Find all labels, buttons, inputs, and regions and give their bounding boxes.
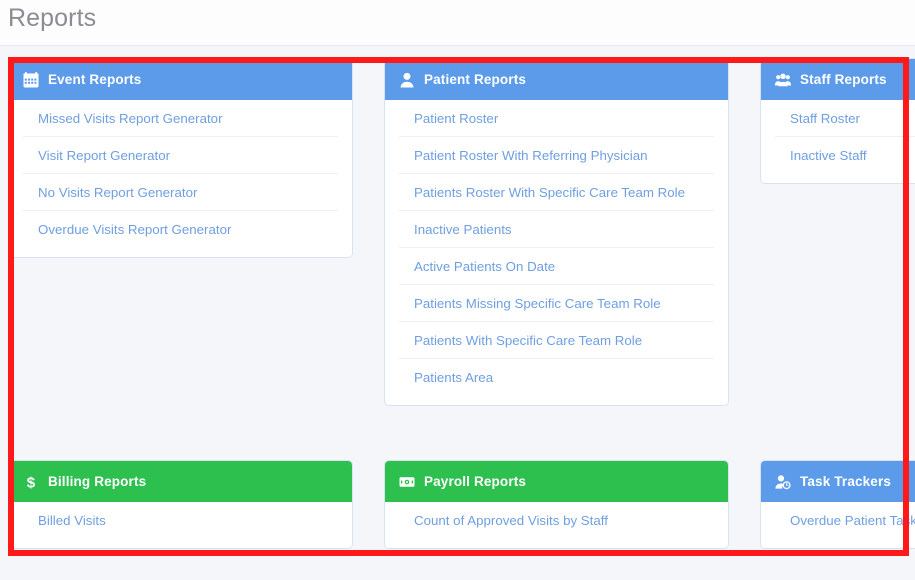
card-header-billing-reports: $ Billing Reports — [9, 461, 352, 502]
card-header-patient-reports: Patient Reports — [385, 59, 728, 100]
card-billing-reports: $ Billing Reports Billed Visits — [8, 460, 353, 549]
svg-text:$: $ — [27, 474, 36, 489]
report-link[interactable]: Count of Approved Visits by Staff — [399, 502, 714, 538]
report-link[interactable]: Active Patients On Date — [399, 248, 714, 285]
card-body-payroll-reports: Count of Approved Visits by Staff — [385, 502, 728, 548]
card-title-event-reports: Event Reports — [48, 72, 141, 87]
report-link[interactable]: Missed Visits Report Generator — [23, 100, 338, 137]
money-bill-icon — [399, 474, 415, 490]
card-header-staff-reports: Staff Reports — [761, 59, 915, 100]
dollar-sign-icon: $ — [23, 474, 39, 490]
calendar-icon — [23, 72, 39, 88]
card-task-trackers: Task Trackers Overdue Patient Tasks — [760, 460, 915, 549]
report-link[interactable]: Inactive Patients — [399, 211, 714, 248]
report-link[interactable]: Patients Roster With Specific Care Team … — [399, 174, 714, 211]
card-body-event-reports: Missed Visits Report Generator Visit Rep… — [9, 100, 352, 257]
report-link[interactable]: Visit Report Generator — [23, 137, 338, 174]
page-title: Reports — [8, 4, 96, 33]
report-link[interactable]: Patients Missing Specific Care Team Role — [399, 285, 714, 322]
user-clock-icon — [775, 474, 791, 490]
card-body-patient-reports: Patient Roster Patient Roster With Refer… — [385, 100, 728, 405]
report-link[interactable]: Patients Area — [399, 359, 714, 395]
report-link[interactable]: Patient Roster With Referring Physician — [399, 137, 714, 174]
report-link[interactable]: Billed Visits — [23, 502, 338, 538]
card-header-event-reports: Event Reports — [9, 59, 352, 100]
users-group-icon — [775, 72, 791, 88]
card-header-task-trackers: Task Trackers — [761, 461, 915, 502]
card-body-task-trackers: Overdue Patient Tasks — [761, 502, 915, 548]
card-title-billing-reports: Billing Reports — [48, 474, 146, 489]
report-link[interactable]: Patients With Specific Care Team Role — [399, 322, 714, 359]
card-body-staff-reports: Staff Roster Inactive Staff — [761, 100, 915, 183]
card-title-patient-reports: Patient Reports — [424, 72, 526, 87]
report-link[interactable]: Patient Roster — [399, 100, 714, 137]
card-payroll-reports: Payroll Reports Count of Approved Visits… — [384, 460, 729, 549]
card-staff-reports: Staff Reports Staff Roster Inactive Staf… — [760, 58, 915, 184]
reports-page: Reports — [0, 0, 915, 580]
card-header-payroll-reports: Payroll Reports — [385, 461, 728, 502]
report-link[interactable]: Overdue Visits Report Generator — [23, 211, 338, 247]
card-body-billing-reports: Billed Visits — [9, 502, 352, 548]
page-header-bar: Reports — [0, 0, 915, 46]
card-title-task-trackers: Task Trackers — [800, 474, 891, 489]
reports-cards-area: Event Reports Missed Visits Report Gener… — [0, 46, 915, 580]
report-link[interactable]: Inactive Staff — [775, 137, 915, 173]
card-title-payroll-reports: Payroll Reports — [424, 474, 526, 489]
card-title-staff-reports: Staff Reports — [800, 72, 887, 87]
card-event-reports: Event Reports Missed Visits Report Gener… — [8, 58, 353, 258]
report-link[interactable]: Overdue Patient Tasks — [775, 502, 915, 538]
report-link[interactable]: Staff Roster — [775, 100, 915, 137]
user-icon — [399, 72, 415, 88]
card-patient-reports: Patient Reports Patient Roster Patient R… — [384, 58, 729, 406]
report-link[interactable]: No Visits Report Generator — [23, 174, 338, 211]
